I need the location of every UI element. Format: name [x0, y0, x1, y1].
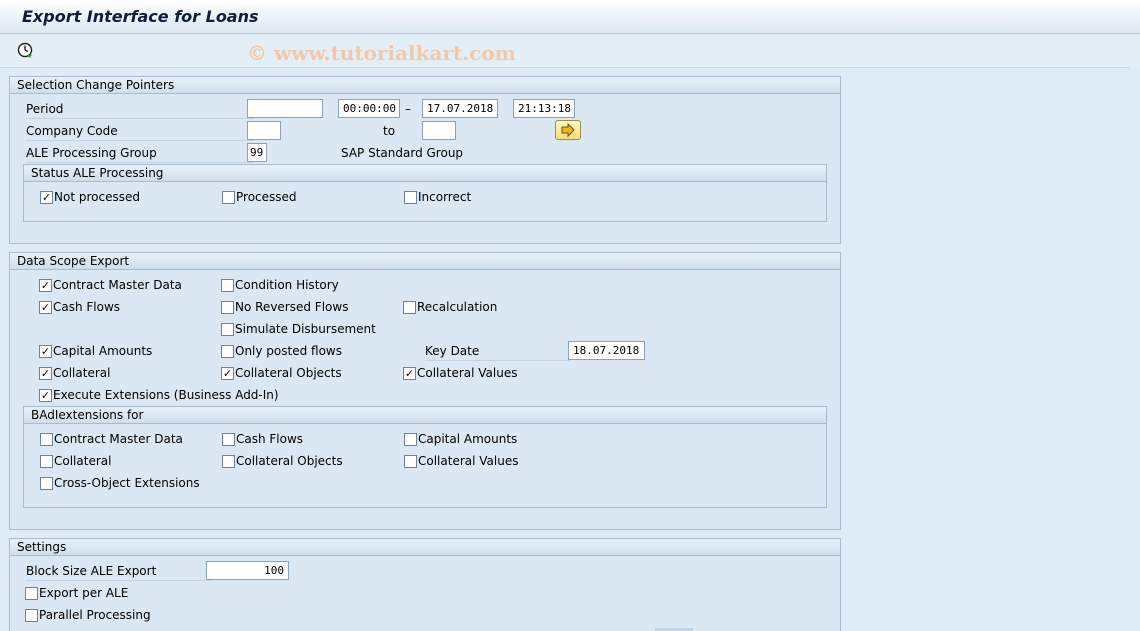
- not-processed-label: Not processed: [54, 190, 140, 204]
- badi-contract-master-data-label: Contract Master Data: [54, 432, 183, 446]
- badi-collateral-checkbox[interactable]: [40, 455, 53, 468]
- period-dash: –: [405, 102, 411, 116]
- only-posted-flows-label: Only posted flows: [235, 344, 342, 358]
- company-code-from-input[interactable]: [247, 121, 281, 140]
- application-toolbar: © www.tutorialkart.com: [0, 35, 1140, 68]
- settings-frame-title: Settings: [10, 539, 840, 556]
- parallel-processing-checkbox[interactable]: [25, 609, 38, 622]
- key-date-label: Key Date: [425, 344, 480, 358]
- simulate-disbursement-label: Simulate Disbursement: [235, 322, 376, 336]
- period-label: Period: [26, 102, 64, 116]
- parallel-processing-label: Parallel Processing: [39, 608, 151, 622]
- execute-extensions-label: Execute Extensions (Business Add-In): [53, 388, 279, 402]
- no-reversed-flows-label: No Reversed Flows: [235, 300, 349, 314]
- divider: [26, 162, 254, 163]
- badi-frame: BAdIextensions for Contract Master Data …: [23, 406, 827, 508]
- badi-capital-amounts-label: Capital Amounts: [418, 432, 518, 446]
- company-code-to-input[interactable]: [422, 121, 456, 140]
- condition-history-label: Condition History: [235, 278, 339, 292]
- capital-amounts-label: Capital Amounts: [53, 344, 153, 358]
- badi-collateral-objects-checkbox[interactable]: [222, 455, 235, 468]
- processed-checkbox[interactable]: [222, 191, 235, 204]
- badi-collateral-objects-label: Collateral Objects: [236, 454, 343, 468]
- company-code-label: Company Code: [26, 124, 118, 138]
- period-from-date-input[interactable]: [247, 99, 323, 118]
- badi-collateral-values-checkbox[interactable]: [404, 455, 417, 468]
- incorrect-checkbox[interactable]: [404, 191, 417, 204]
- processed-label: Processed: [236, 190, 297, 204]
- ale-group-label: ALE Processing Group: [26, 146, 157, 160]
- execute-extensions-checkbox[interactable]: ✓: [39, 389, 52, 402]
- condition-history-checkbox[interactable]: [221, 279, 234, 292]
- collateral-objects-checkbox[interactable]: ✓: [221, 367, 234, 380]
- clock-execute-icon[interactable]: [16, 41, 34, 59]
- divider: [26, 118, 254, 119]
- arrow-right-icon: [561, 122, 575, 138]
- data-scope-frame-title: Data Scope Export: [10, 253, 840, 270]
- export-per-ale-label: Export per ALE: [39, 586, 129, 600]
- badi-contract-master-data-checkbox[interactable]: [40, 433, 53, 446]
- company-code-to-label: to: [383, 124, 396, 138]
- collateral-values-label: Collateral Values: [417, 366, 518, 380]
- key-date-input[interactable]: 18.07.2018: [568, 341, 645, 360]
- data-scope-frame: Data Scope Export ✓ Contract Master Data…: [9, 252, 841, 530]
- divider: [26, 580, 211, 581]
- selection-frame: Selection Change Pointers Period 00:00:0…: [9, 76, 841, 244]
- badi-frame-title: BAdIextensions for: [24, 407, 826, 424]
- block-size-input[interactable]: 100: [206, 561, 289, 580]
- period-to-time-input[interactable]: 21:13:18: [513, 99, 575, 118]
- badi-cross-object-label: Cross-Object Extensions: [54, 476, 200, 490]
- incorrect-label: Incorrect: [418, 190, 472, 204]
- badi-cash-flows-label: Cash Flows: [236, 432, 304, 446]
- capital-amounts-checkbox[interactable]: ✓: [39, 345, 52, 358]
- only-posted-flows-checkbox[interactable]: [221, 345, 234, 358]
- simulate-disbursement-checkbox[interactable]: [221, 323, 234, 336]
- cash-flows-label: Cash Flows: [53, 300, 121, 314]
- period-to-date-input[interactable]: 17.07.2018: [422, 99, 498, 118]
- status-frame: Status ALE Processing ✓ Not processed Pr…: [23, 164, 827, 222]
- block-size-label: Block Size ALE Export: [26, 564, 157, 578]
- badi-collateral-values-label: Collateral Values: [418, 454, 519, 468]
- collateral-values-checkbox[interactable]: ✓: [403, 367, 416, 380]
- collateral-checkbox[interactable]: ✓: [39, 367, 52, 380]
- period-from-time-input[interactable]: 00:00:00: [338, 99, 400, 118]
- badi-capital-amounts-checkbox[interactable]: [404, 433, 417, 446]
- ale-group-input[interactable]: 99: [247, 143, 267, 162]
- divider: [26, 140, 254, 141]
- scrollbar[interactable]: [1130, 35, 1140, 68]
- badi-collateral-label: Collateral: [54, 454, 112, 468]
- recalculation-checkbox[interactable]: [403, 301, 416, 314]
- no-reversed-flows-checkbox[interactable]: [221, 301, 234, 314]
- collateral-label: Collateral: [53, 366, 111, 380]
- watermark-text: © www.tutorialkart.com: [247, 41, 516, 65]
- status-frame-title: Status ALE Processing: [24, 165, 826, 182]
- title-bar: Export Interface for Loans: [0, 0, 1140, 34]
- export-per-ale-checkbox[interactable]: [25, 587, 38, 600]
- contract-master-data-label: Contract Master Data: [53, 278, 182, 292]
- multiple-selection-button[interactable]: [555, 120, 581, 140]
- page-title: Export Interface for Loans: [22, 7, 259, 26]
- divider: [425, 360, 570, 361]
- recalculation-label: Recalculation: [417, 300, 498, 314]
- ale-group-text: SAP Standard Group: [341, 146, 464, 160]
- not-processed-checkbox[interactable]: ✓: [40, 191, 53, 204]
- settings-frame: Settings Block Size ALE Export 100 Expor…: [9, 538, 841, 631]
- badi-cross-object-checkbox[interactable]: [40, 477, 53, 490]
- badi-cash-flows-checkbox[interactable]: [222, 433, 235, 446]
- cash-flows-checkbox[interactable]: ✓: [39, 301, 52, 314]
- contract-master-data-checkbox[interactable]: ✓: [39, 279, 52, 292]
- collateral-objects-label: Collateral Objects: [235, 366, 342, 380]
- selection-frame-title: Selection Change Pointers: [10, 77, 840, 94]
